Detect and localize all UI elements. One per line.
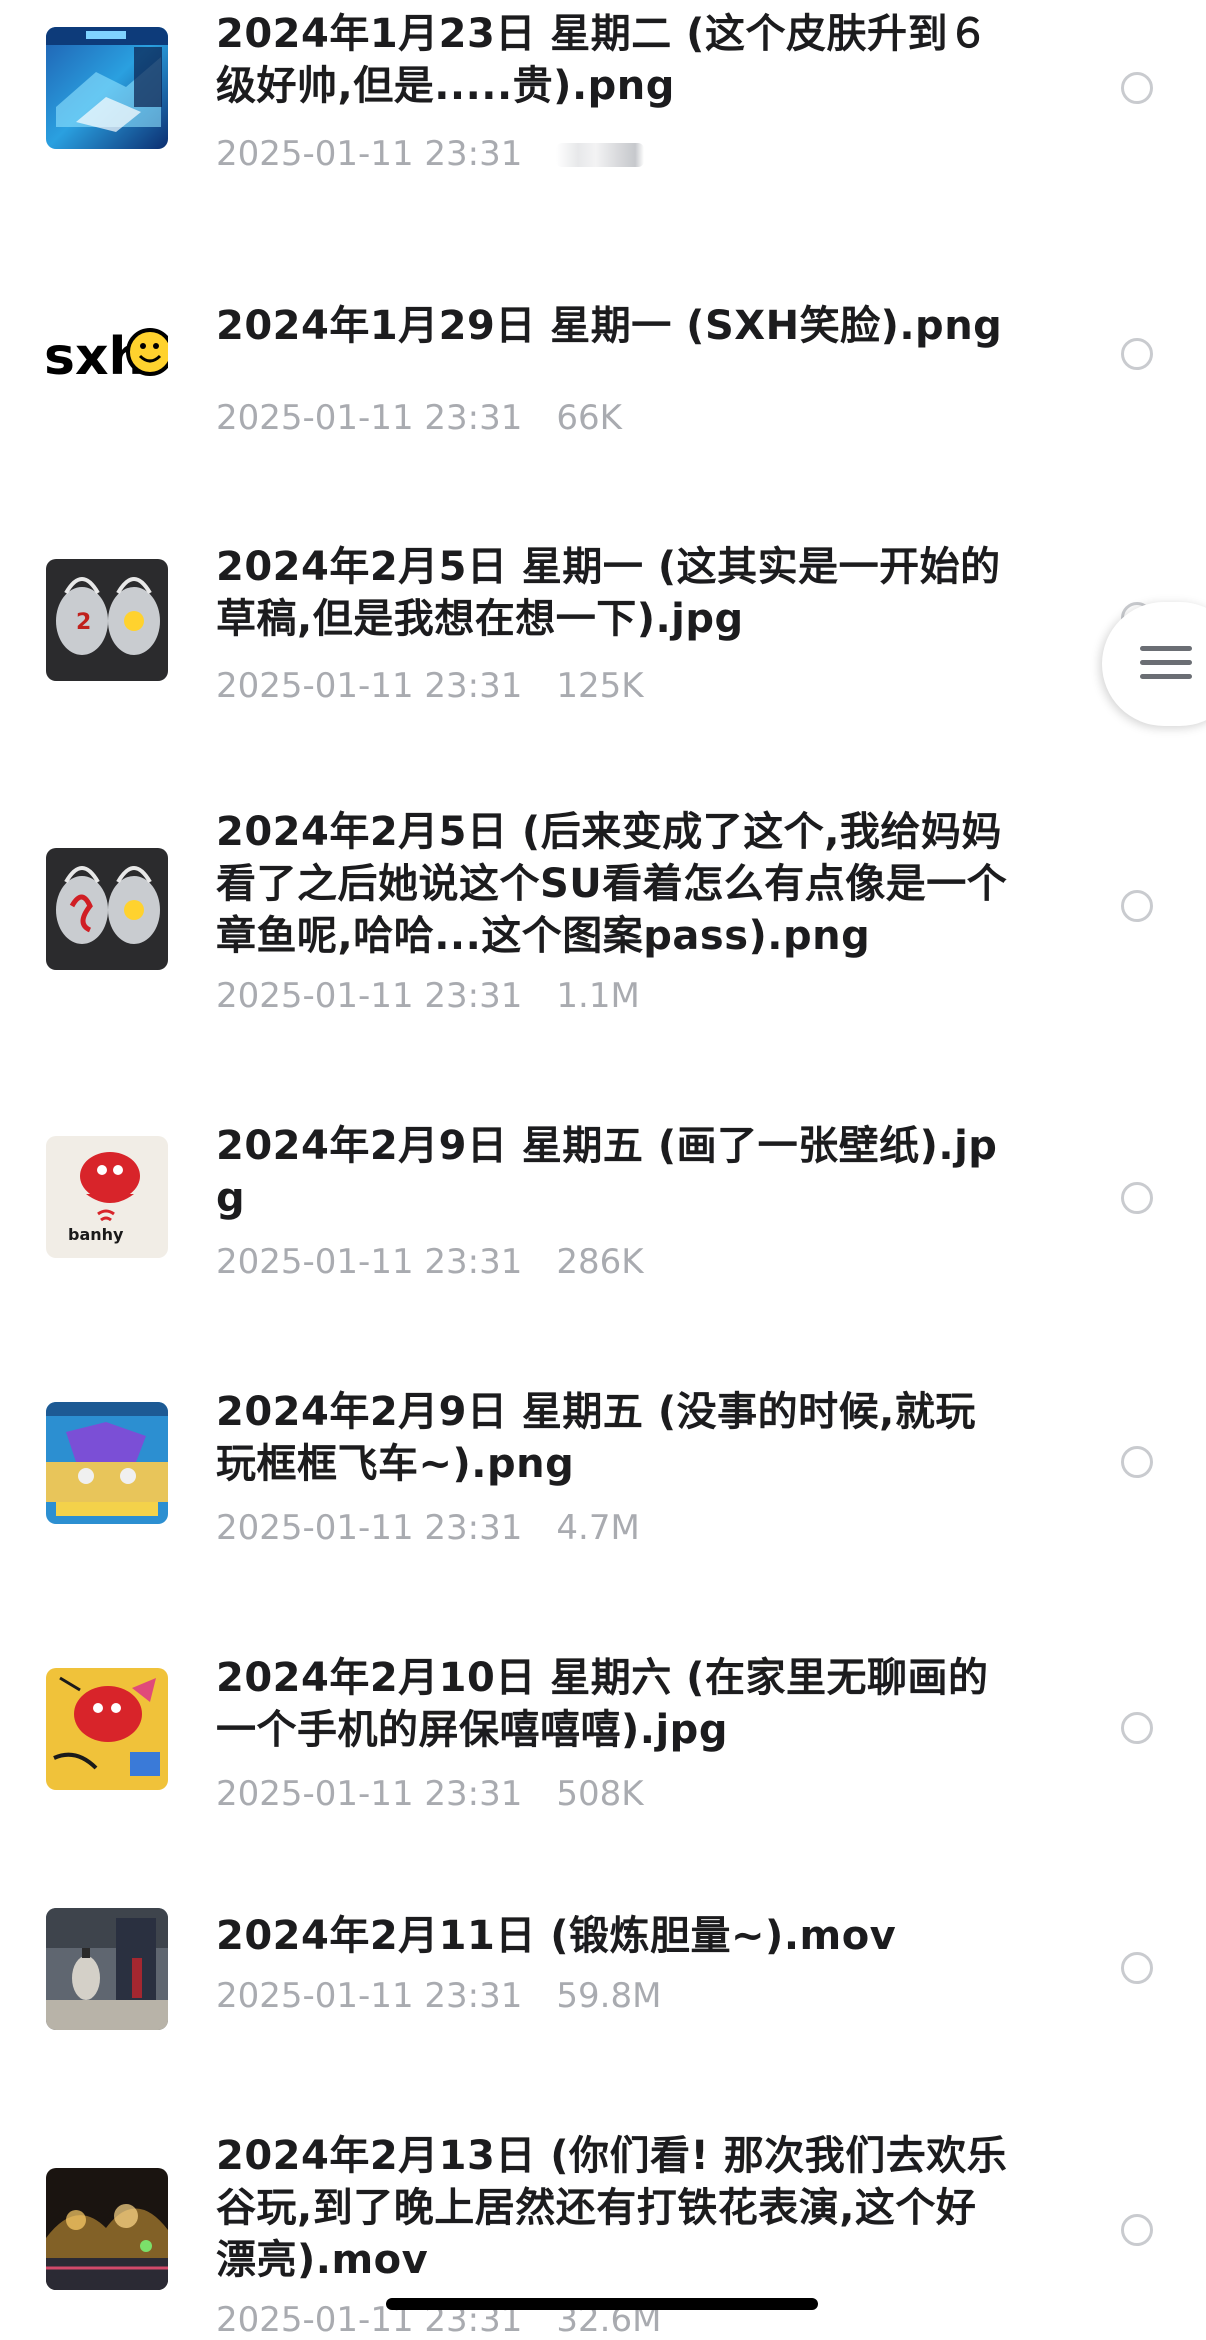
select-radio[interactable]: [1121, 1446, 1153, 1478]
file-size: 59.8M: [556, 1976, 662, 2016]
file-name: 2024年2月11日 (锻炼胆量~).mov: [216, 1913, 897, 1959]
file-meta: 2025-01-11 23:31 286K: [216, 1242, 644, 1282]
file-date: 2025-01-11 23:31: [216, 1774, 523, 1814]
file-date: 2025-01-11 23:31: [216, 666, 523, 706]
select-radio[interactable]: [1121, 1952, 1153, 1984]
racing-game-thumbnail: [46, 1402, 168, 1524]
select-radio[interactable]: [1121, 338, 1153, 370]
select-radio[interactable]: [1121, 72, 1153, 104]
earphones-draft-thumbnail: 2: [46, 559, 168, 681]
file-name: 2024年2月13日 (你们看! 那次我们去欢乐谷玩,到了晚上居然还有打铁花表演…: [216, 2133, 1008, 2283]
file-row[interactable]: 2024年2月11日 (锻炼胆量~).mov 2025-01-11 23:31 5…: [0, 1872, 1206, 2102]
svg-text:banhy: banhy: [68, 1225, 124, 1244]
file-row[interactable]: 2024年2月9日 星期五 (没事的时候,就玩玩框框飞车~).png 2025-…: [0, 1340, 1206, 1606]
file-size: 286K: [556, 1242, 644, 1282]
select-radio[interactable]: [1121, 1712, 1153, 1744]
earphones-su-thumbnail: [46, 848, 168, 970]
file-meta: 2025-01-11 23:31 66K: [216, 398, 622, 438]
file-size: 125K: [556, 666, 644, 706]
file-date: 2025-01-11 23:31: [216, 134, 523, 174]
phone-screensaver-thumbnail: [46, 1668, 168, 1790]
mall-video-thumbnail: [46, 1908, 168, 2030]
file-name: 2024年2月5日 星期一 (这其实是一开始的草稿,但是我想在想一下).jpg: [216, 544, 1001, 642]
game-skin-thumbnail: [46, 27, 168, 149]
file-row[interactable]: 2024年2月10日 星期六 (在家里无聊画的一个手机的屏保嘻嘻嘻).jpg 2…: [0, 1606, 1206, 1872]
file-row[interactable]: sxh 2024年1月29日 星期一 (SXH笑脸).png 2025-01-1…: [0, 230, 1206, 496]
hamburger-menu-icon: [1140, 646, 1192, 651]
file-meta: 2025-01-11 23:31: [216, 134, 645, 174]
svg-text:2: 2: [76, 610, 91, 635]
file-name: 2024年1月23日 星期二 (这个皮肤升到６级好帅,但是.....贵).png: [216, 11, 989, 109]
file-date: 2025-01-11 23:31: [216, 398, 523, 438]
file-size: 66K: [556, 398, 622, 438]
hamburger-menu-icon: [1140, 660, 1192, 665]
file-date: 2025-01-11 23:31: [216, 1508, 523, 1548]
home-indicator[interactable]: [386, 2298, 818, 2310]
hamburger-menu-icon: [1140, 674, 1192, 679]
file-meta: 2025-01-11 23:31 4.7M: [216, 1508, 640, 1548]
file-name: 2024年2月10日 星期六 (在家里无聊画的一个手机的屏保嘻嘻嘻).jpg: [216, 1655, 989, 1753]
file-name: 2024年2月9日 星期五 (没事的时候,就玩玩框框飞车~).png: [216, 1389, 976, 1487]
file-meta: 2025-01-11 23:31 59.8M: [216, 1976, 661, 2016]
file-meta: 2025-01-11 23:31 1.1M: [216, 976, 640, 1016]
file-size-obscured: [556, 143, 645, 167]
file-row[interactable]: banhy 2024年2月9日 星期五 (画了一张壁纸).jpg 2025-01…: [0, 1074, 1206, 1340]
file-row[interactable]: 2 2024年2月5日 星期一 (这其实是一开始的草稿,但是我想在想一下).jp…: [0, 496, 1206, 762]
file-name: 2024年1月29日 星期一 (SXH笑脸).png: [216, 303, 1003, 349]
file-name: 2024年2月9日 星期五 (画了一张壁纸).jpg: [216, 1123, 998, 1221]
file-meta: 2025-01-11 23:31 125K: [216, 666, 644, 706]
file-date: 2025-01-11 23:31: [216, 976, 523, 1016]
select-radio[interactable]: [1121, 2214, 1153, 2246]
file-row[interactable]: 2024年1月23日 星期二 (这个皮肤升到６级好帅,但是.....贵).png…: [0, 0, 1206, 230]
file-meta: 2025-01-11 23:31 508K: [216, 1774, 644, 1814]
fireworks-video-thumbnail: [46, 2168, 168, 2290]
red-character-wallpaper-thumbnail: banhy: [46, 1136, 168, 1258]
file-date: 2025-01-11 23:31: [216, 1976, 523, 2016]
file-size: 508K: [556, 1774, 644, 1814]
file-row[interactable]: 2024年2月5日 (后来变成了这个,我给妈妈看了之后她说这个SU看着怎么有点像…: [0, 762, 1206, 1074]
sxh-smiley-logo-thumbnail: sxh: [46, 292, 168, 414]
select-radio[interactable]: [1121, 890, 1153, 922]
file-name: 2024年2月5日 (后来变成了这个,我给妈妈看了之后她说这个SU看着怎么有点像…: [216, 809, 1008, 959]
file-size: 4.7M: [556, 1508, 640, 1548]
file-date: 2025-01-11 23:31: [216, 1242, 523, 1282]
select-radio[interactable]: [1121, 1182, 1153, 1214]
file-size: 1.1M: [556, 976, 640, 1016]
